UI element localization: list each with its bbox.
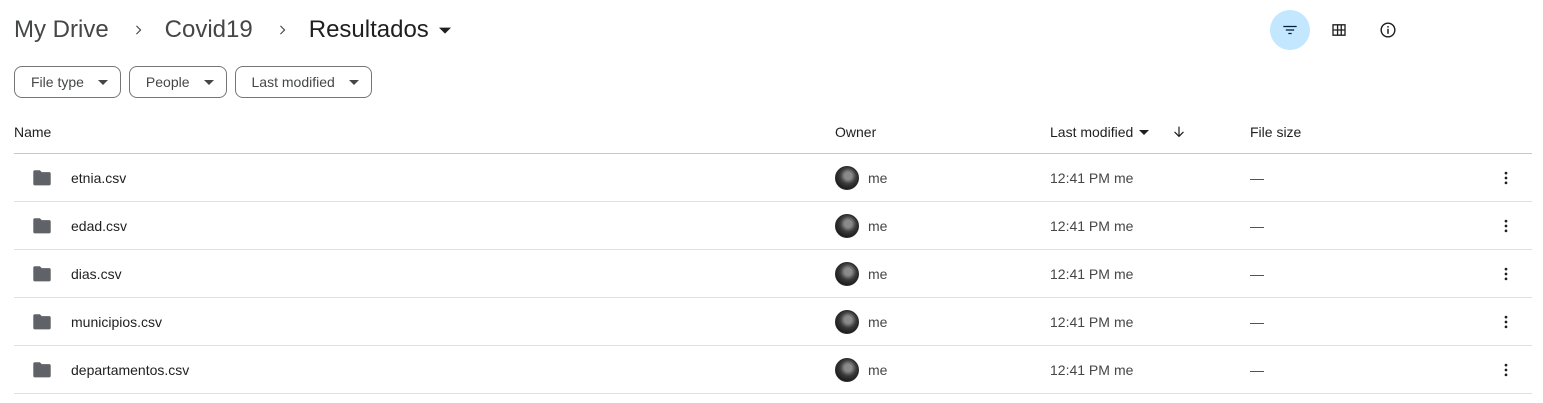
- file-type-filter[interactable]: File type: [14, 66, 121, 98]
- chip-label: People: [145, 74, 190, 90]
- folder-icon: [31, 215, 53, 237]
- table-header: Name Owner Last modified File size: [14, 110, 1532, 154]
- table-row[interactable]: municipios.csv me 12:41 PM me —: [14, 298, 1532, 346]
- details-button[interactable]: [1368, 10, 1408, 50]
- modified-by: me: [1113, 361, 1134, 378]
- table-row[interactable]: dias.csv me 12:41 PM me —: [14, 250, 1532, 298]
- breadcrumb-current-label: Resultados: [308, 16, 429, 43]
- last-modified-header-label: Last modified: [1050, 123, 1134, 140]
- filter-icon: [1280, 20, 1300, 40]
- avatar: [835, 165, 859, 190]
- file-size-column-header[interactable]: File size: [1250, 124, 1301, 140]
- table-row[interactable]: etnia.csv me 12:41 PM me —: [14, 154, 1532, 202]
- file-table: Name Owner Last modified File size etnia…: [14, 110, 1532, 394]
- modified-by: me: [1113, 265, 1134, 282]
- arrow-down-icon: [1171, 124, 1187, 140]
- filter-button[interactable]: [1270, 10, 1310, 50]
- owner-name: me: [868, 217, 888, 234]
- sort-direction-button[interactable]: [1171, 124, 1187, 140]
- file-name: municipios.csv: [71, 313, 163, 330]
- grid-view-icon: [1329, 20, 1349, 40]
- chip-label: File type: [31, 74, 84, 90]
- owner-name: me: [868, 169, 888, 186]
- filter-chips: File type People Last modified: [14, 66, 372, 98]
- file-size: —: [1250, 169, 1264, 186]
- folder-icon: [31, 167, 53, 189]
- more-actions-button[interactable]: [1492, 308, 1520, 336]
- modified-by: me: [1113, 217, 1134, 234]
- file-size: —: [1250, 313, 1264, 330]
- more-vert-icon: [1497, 169, 1515, 187]
- more-actions-button[interactable]: [1492, 356, 1520, 384]
- name-column-header[interactable]: Name: [14, 124, 51, 140]
- info-icon: [1378, 20, 1398, 40]
- file-size: —: [1250, 265, 1264, 282]
- folder-icon: [31, 359, 53, 381]
- more-vert-icon: [1497, 361, 1515, 379]
- file-name: dias.csv: [71, 265, 122, 282]
- file-rows: etnia.csv me 12:41 PM me — edad.csv me 1…: [14, 154, 1532, 394]
- file-name: departamentos.csv: [71, 361, 190, 378]
- more-actions-button[interactable]: [1492, 164, 1520, 192]
- chevron-right-icon: [131, 23, 145, 37]
- file-name: etnia.csv: [71, 169, 127, 186]
- more-actions-button[interactable]: [1492, 212, 1520, 240]
- more-vert-icon: [1497, 265, 1515, 283]
- people-filter[interactable]: People: [128, 66, 227, 98]
- caret-down-icon: [203, 77, 214, 87]
- last-modified-filter[interactable]: Last modified: [234, 66, 372, 98]
- modified-by: me: [1113, 313, 1134, 330]
- chip-label: Last modified: [251, 74, 335, 90]
- modified-time: 12:41 PM: [1050, 361, 1110, 378]
- owner-column-header[interactable]: Owner: [835, 124, 876, 140]
- avatar: [835, 213, 859, 238]
- breadcrumb-covid19[interactable]: Covid19: [165, 16, 253, 44]
- owner-name: me: [868, 361, 888, 378]
- caret-down-icon: [1139, 127, 1150, 137]
- breadcrumb: My Drive Covid19 Resultados: [14, 12, 451, 48]
- avatar: [835, 309, 859, 334]
- file-name: edad.csv: [71, 217, 128, 234]
- more-vert-icon: [1497, 313, 1515, 331]
- modified-by: me: [1113, 169, 1134, 186]
- more-actions-button[interactable]: [1492, 260, 1520, 288]
- breadcrumb-resultados[interactable]: Resultados: [309, 16, 451, 44]
- avatar: [835, 261, 859, 286]
- caret-down-icon: [348, 77, 359, 87]
- view-actions: [1270, 10, 1543, 50]
- owner-name: me: [868, 313, 888, 330]
- file-size: —: [1250, 361, 1264, 378]
- caret-down-icon: [438, 24, 451, 36]
- last-modified-column-header[interactable]: Last modified: [1050, 123, 1150, 140]
- caret-down-icon: [97, 77, 108, 87]
- modified-time: 12:41 PM: [1050, 265, 1110, 282]
- modified-time: 12:41 PM: [1050, 217, 1110, 234]
- table-row[interactable]: departamentos.csv me 12:41 PM me —: [14, 346, 1532, 394]
- grid-view-button[interactable]: [1319, 10, 1359, 50]
- folder-icon: [31, 311, 53, 333]
- breadcrumb-my-drive[interactable]: My Drive: [14, 16, 109, 44]
- drive-file-browser: My Drive Covid19 Resultados File type Pe…: [0, 0, 1543, 403]
- table-row[interactable]: edad.csv me 12:41 PM me —: [14, 202, 1532, 250]
- modified-time: 12:41 PM: [1050, 313, 1110, 330]
- file-size: —: [1250, 217, 1264, 234]
- chevron-right-icon: [275, 23, 289, 37]
- owner-name: me: [868, 265, 888, 282]
- avatar: [835, 357, 859, 382]
- more-vert-icon: [1497, 217, 1515, 235]
- folder-icon: [31, 263, 53, 285]
- modified-time: 12:41 PM: [1050, 169, 1110, 186]
